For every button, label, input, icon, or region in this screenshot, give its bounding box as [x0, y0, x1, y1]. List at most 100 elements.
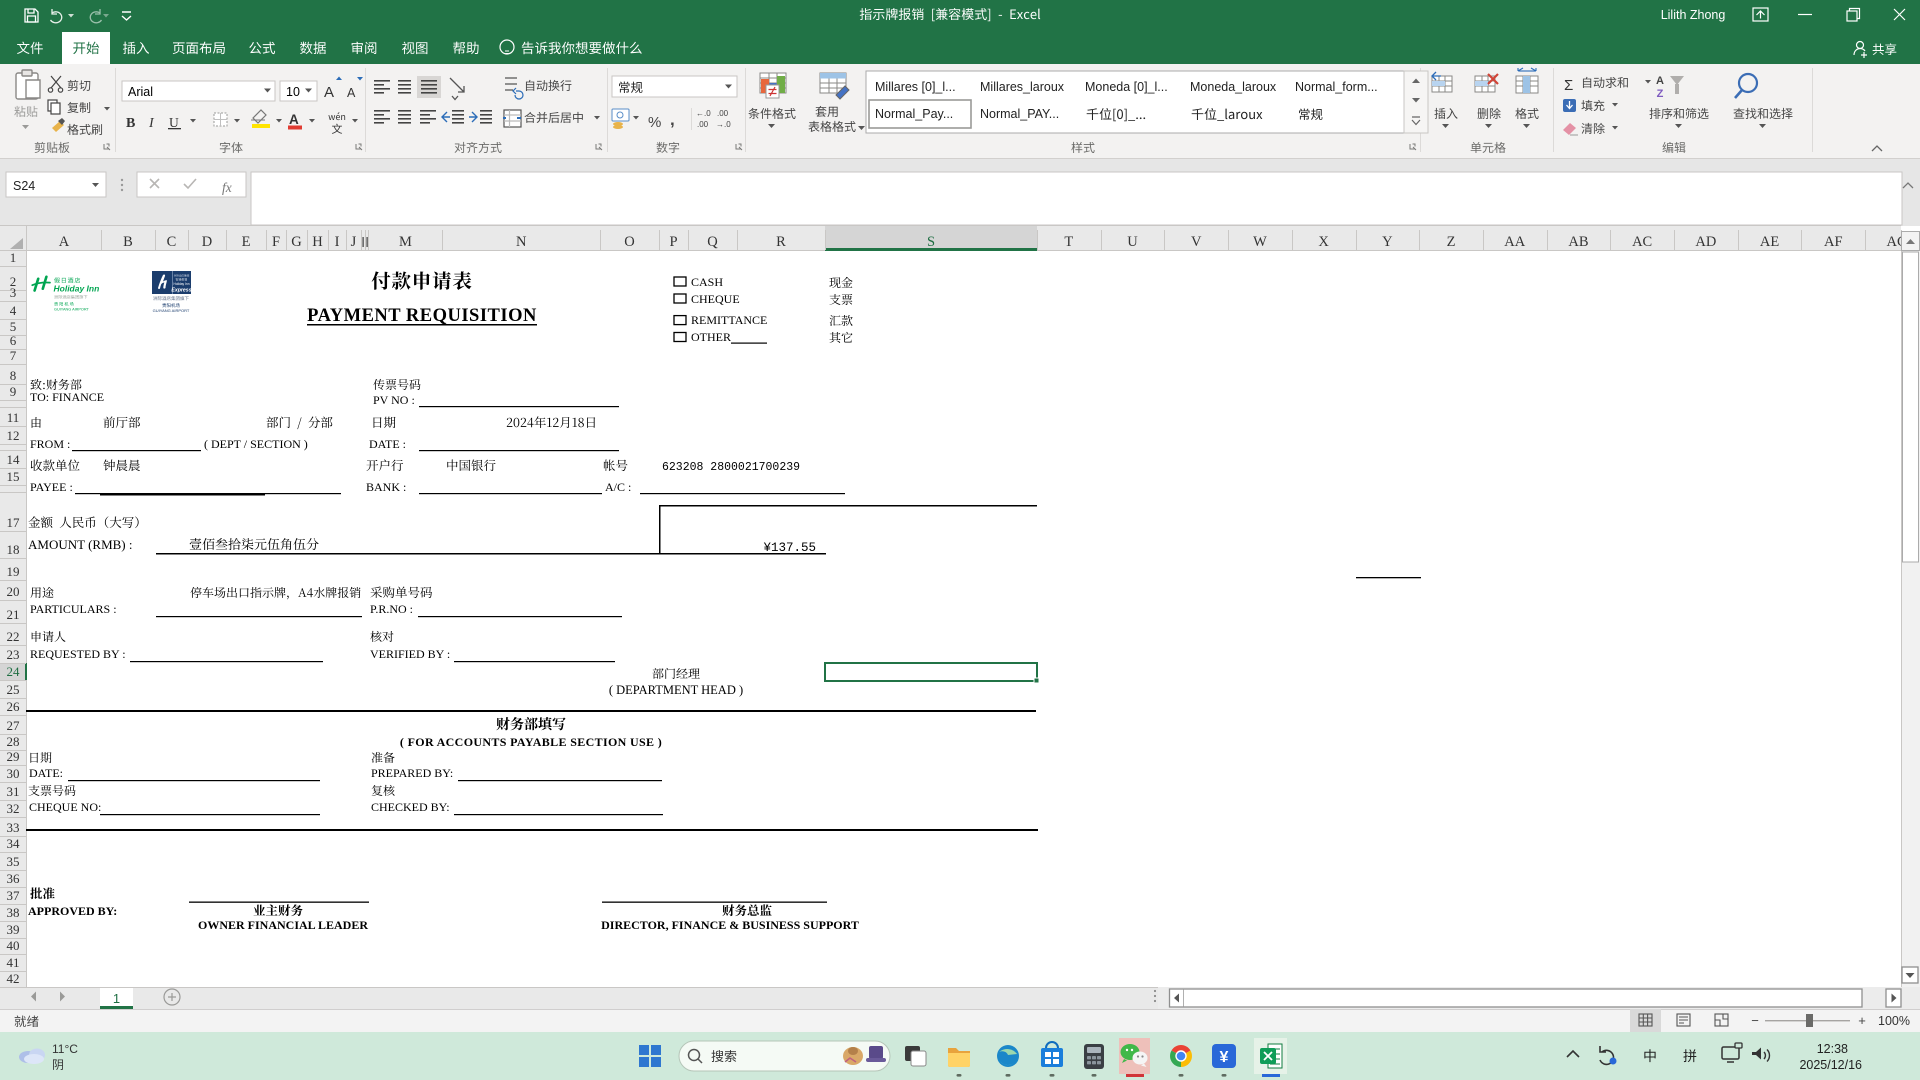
- svg-text:28: 28: [7, 734, 20, 749]
- svg-text:( DEPT / SECTION ): ( DEPT / SECTION ): [204, 437, 308, 451]
- svg-text:AA: AA: [1504, 234, 1525, 250]
- svg-text:P: P: [669, 234, 677, 250]
- svg-text:B: B: [126, 116, 135, 131]
- svg-text:37: 37: [7, 888, 21, 903]
- svg-text:V: V: [1191, 234, 1202, 250]
- svg-text:AC: AC: [1632, 234, 1652, 250]
- svg-text:33: 33: [7, 820, 20, 835]
- svg-text:CHEQUE: CHEQUE: [691, 292, 740, 306]
- svg-text:11°C: 11°C: [52, 1042, 78, 1056]
- svg-text:11: 11: [7, 410, 20, 425]
- svg-text:→.0: →.0: [716, 120, 731, 129]
- svg-text:19: 19: [7, 564, 20, 579]
- svg-text:N: N: [516, 234, 527, 250]
- svg-text:FROM :: FROM :: [30, 437, 70, 451]
- svg-text:Millares [0]_l...: Millares [0]_l...: [875, 80, 956, 94]
- svg-text:40: 40: [7, 938, 20, 953]
- svg-text:¥137.55: ¥137.55: [763, 541, 816, 555]
- svg-text:38: 38: [7, 905, 20, 920]
- svg-text:Holiday Inn: Holiday Inn: [174, 282, 190, 286]
- svg-text:←.0: ←.0: [696, 109, 711, 118]
- svg-text:3: 3: [10, 285, 17, 300]
- svg-text:Σ: Σ: [1564, 77, 1573, 94]
- svg-text:25: 25: [7, 682, 20, 697]
- svg-text:,: ,: [670, 110, 675, 129]
- svg-text:15: 15: [7, 469, 20, 484]
- svg-text:A: A: [1656, 75, 1664, 87]
- svg-text:BANK :: BANK :: [366, 480, 406, 494]
- svg-text:I: I: [335, 234, 340, 250]
- svg-text:Moneda_laroux: Moneda_laroux: [1190, 80, 1277, 94]
- svg-text:Normal_Pay...: Normal_Pay...: [875, 107, 953, 121]
- svg-text:6: 6: [10, 333, 17, 348]
- svg-text:Q: Q: [707, 234, 718, 250]
- svg-text:31: 31: [7, 784, 20, 799]
- svg-text:GUIYANG AIRPORT: GUIYANG AIRPORT: [153, 308, 190, 313]
- svg-text:OTHER: OTHER: [691, 330, 731, 344]
- svg-text:PARTICULARS :: PARTICULARS :: [30, 602, 117, 616]
- svg-text:E: E: [242, 234, 251, 250]
- svg-text:36: 36: [7, 871, 21, 886]
- svg-text:7: 7: [10, 348, 17, 363]
- svg-text:Moneda [0]_l...: Moneda [0]_l...: [1085, 80, 1168, 94]
- svg-text:CHECKED BY:: CHECKED BY:: [371, 800, 450, 814]
- svg-text:PAYEE :: PAYEE :: [30, 480, 73, 494]
- svg-text:23: 23: [7, 647, 20, 662]
- svg-text:Arial: Arial: [128, 85, 153, 99]
- svg-text:A/C :: A/C :: [605, 480, 631, 494]
- svg-text:fx: fx: [222, 180, 232, 195]
- svg-text:1: 1: [10, 250, 17, 265]
- svg-text:TO: FINANCE: TO: FINANCE: [30, 390, 104, 404]
- svg-text:Express: Express: [171, 288, 191, 294]
- svg-text:20: 20: [7, 584, 20, 599]
- svg-text:100%: 100%: [1878, 1014, 1910, 1028]
- svg-text:22: 22: [7, 629, 20, 644]
- svg-text:Lilith Zhong: Lilith Zhong: [1661, 8, 1726, 22]
- svg-text:12: 12: [7, 428, 20, 443]
- svg-text:−: −: [1751, 1013, 1759, 1028]
- svg-text:.00: .00: [717, 109, 729, 118]
- svg-text:4: 4: [10, 303, 17, 318]
- svg-text:VERIFIED BY :: VERIFIED BY :: [370, 647, 450, 661]
- svg-text:¥: ¥: [1220, 1049, 1229, 1066]
- svg-text:2025/12/16: 2025/12/16: [1799, 1058, 1862, 1072]
- svg-text:S24: S24: [13, 179, 35, 193]
- svg-text:1: 1: [113, 991, 120, 1006]
- svg-text:X: X: [1318, 234, 1329, 250]
- svg-text:35: 35: [7, 854, 20, 869]
- svg-text:42: 42: [7, 971, 20, 986]
- svg-text:Normal_form...: Normal_form...: [1295, 80, 1378, 94]
- svg-text:Z: Z: [1447, 234, 1456, 250]
- svg-text:Y: Y: [1382, 234, 1393, 250]
- svg-text:AE: AE: [1760, 234, 1779, 250]
- svg-text:R: R: [776, 234, 786, 250]
- svg-text:18: 18: [7, 542, 20, 557]
- svg-text:623208 2800021700239: 623208 2800021700239: [662, 461, 800, 474]
- svg-text:AD: AD: [1695, 234, 1716, 250]
- svg-text:29: 29: [7, 749, 20, 764]
- svg-text:21: 21: [7, 607, 20, 622]
- svg-text:J: J: [351, 234, 357, 250]
- svg-text:G: G: [291, 234, 302, 250]
- svg-text:Millares_laroux: Millares_laroux: [980, 80, 1065, 94]
- svg-text:39: 39: [7, 922, 20, 937]
- svg-text:PAYMENT REQUISITION: PAYMENT REQUISITION: [307, 306, 537, 326]
- svg-text:AF: AF: [1824, 234, 1843, 250]
- svg-text:DATE :: DATE :: [369, 437, 406, 451]
- svg-text:( DEPARTMENT HEAD ): ( DEPARTMENT HEAD ): [609, 683, 743, 697]
- svg-text:DIRECTOR, FINANCE & BUSINESS S: DIRECTOR, FINANCE & BUSINESS SUPPORT: [601, 918, 859, 932]
- svg-text:24: 24: [7, 664, 21, 679]
- svg-text:5: 5: [10, 319, 17, 334]
- svg-text:O: O: [624, 234, 634, 250]
- svg-text:%: %: [648, 114, 661, 131]
- svg-text:32: 32: [7, 801, 20, 816]
- svg-text:17: 17: [7, 515, 21, 530]
- svg-text:F: F: [272, 234, 280, 250]
- svg-text:Holiday Inn: Holiday Inn: [54, 284, 100, 294]
- svg-text:H: H: [312, 234, 323, 250]
- svg-text:Z: Z: [1657, 88, 1664, 100]
- svg-text:A: A: [324, 84, 334, 101]
- svg-text:8: 8: [10, 368, 17, 383]
- svg-text:D: D: [202, 234, 212, 250]
- svg-text:.00: .00: [697, 120, 709, 129]
